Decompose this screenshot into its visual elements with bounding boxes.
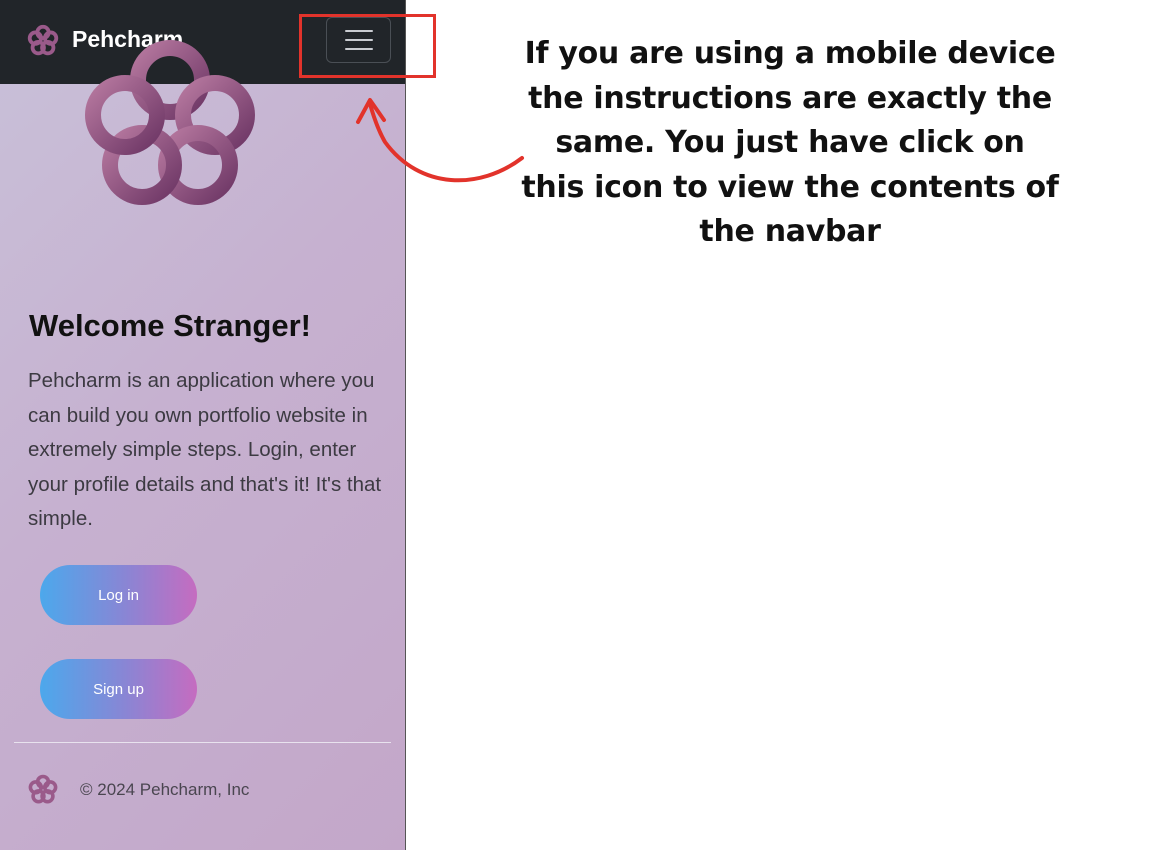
welcome-heading: Welcome Stranger! bbox=[29, 308, 311, 343]
toggle-highlight-box bbox=[299, 14, 436, 78]
login-button[interactable]: Log in bbox=[40, 565, 197, 625]
instruction-text: If you are using a mobile device the ins… bbox=[521, 36, 1059, 249]
footer-divider bbox=[14, 742, 391, 743]
hero-logo-icon bbox=[85, 40, 255, 205]
signup-button[interactable]: Sign up bbox=[40, 659, 197, 719]
brand-logo-icon[interactable] bbox=[24, 22, 62, 60]
curved-arrow-icon bbox=[356, 98, 524, 183]
footer-logo-icon bbox=[28, 774, 58, 804]
footer-copyright: © 2024 Pehcharm, Inc bbox=[80, 780, 250, 799]
intro-paragraph: Pehcharm is an application where you can… bbox=[28, 369, 382, 530]
